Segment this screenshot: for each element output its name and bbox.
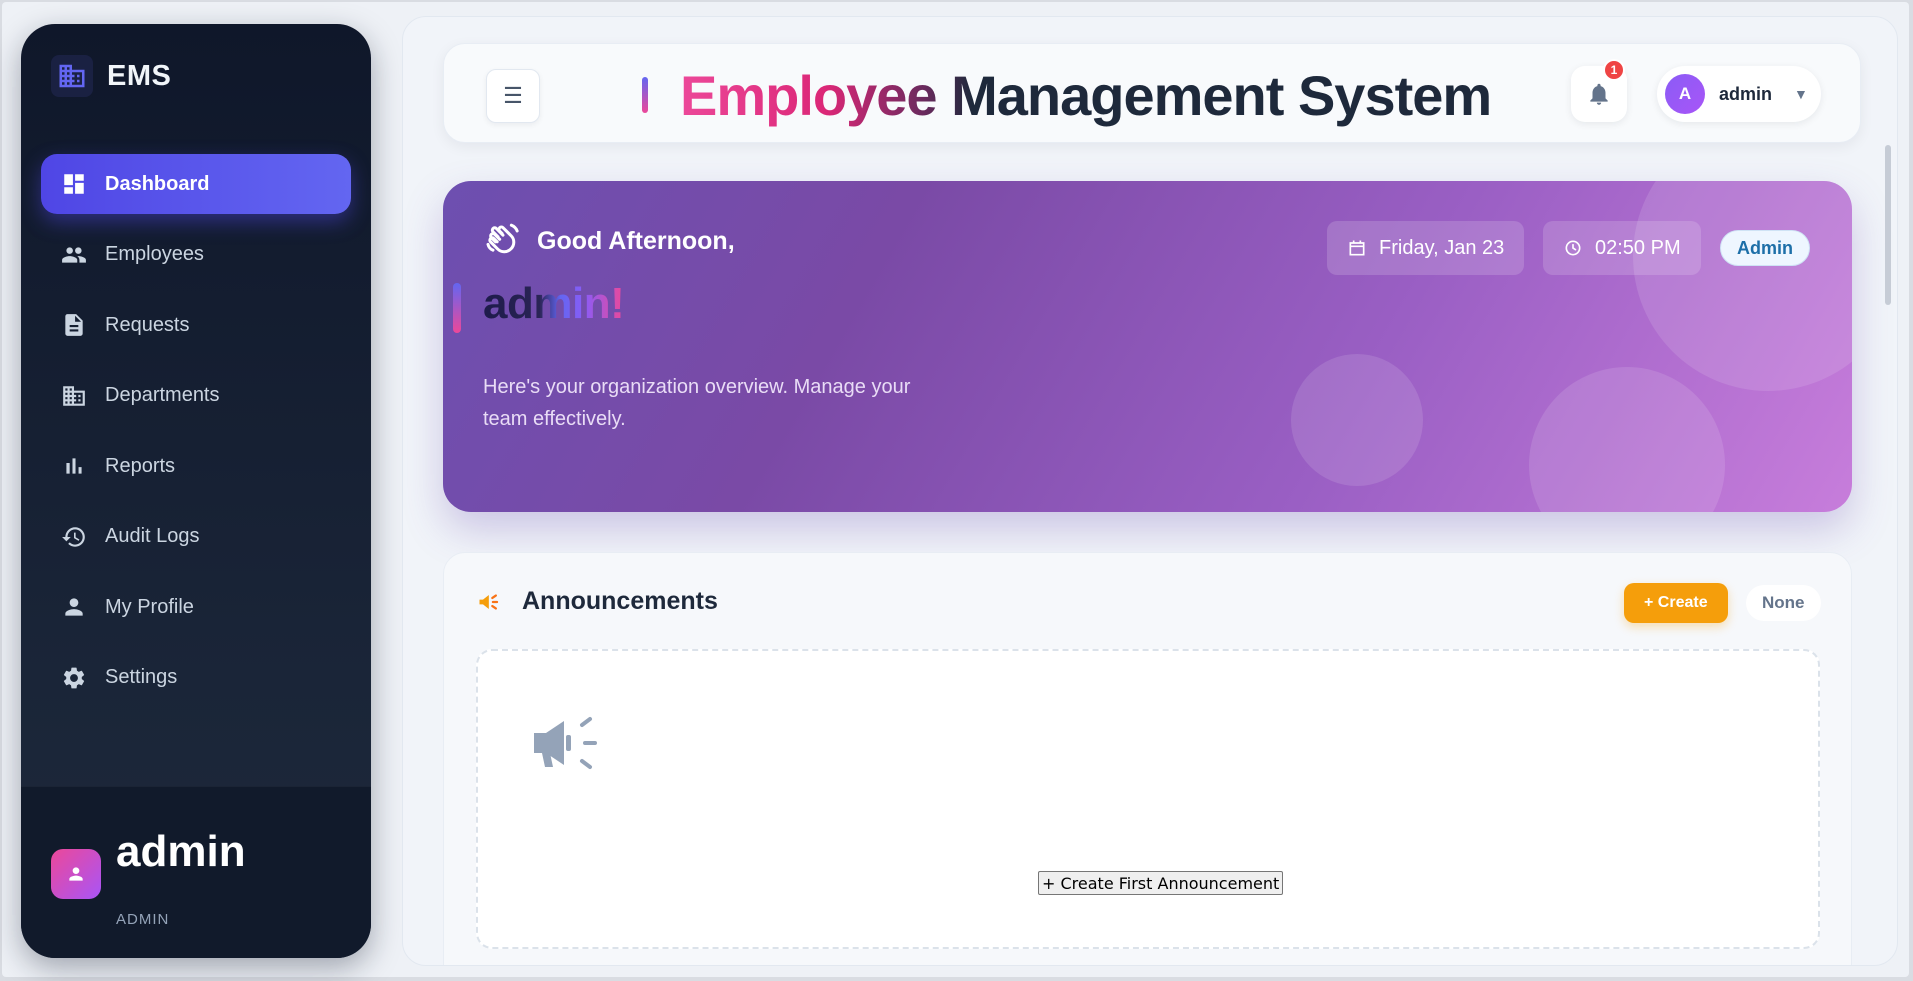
- title-accent-bar: [642, 77, 648, 113]
- bell-icon: [1590, 83, 1608, 105]
- sidebar-item-dashboard[interactable]: Dashboard: [41, 154, 351, 214]
- sidebar-item-label: Departments: [105, 384, 220, 406]
- waving-hand-icon: [486, 223, 519, 254]
- calendar-icon: [1349, 240, 1365, 256]
- sidebar-user: admin ADMIN: [21, 786, 371, 958]
- sidebar-item-employees[interactable]: Employees: [41, 225, 351, 285]
- avatar: A: [1665, 74, 1705, 114]
- sidebar-user-name: admin: [116, 827, 246, 876]
- building-icon: [63, 385, 85, 406]
- sidebar: EMS Dashboard Employees Requests Departm…: [21, 24, 371, 958]
- person-icon: [65, 598, 83, 616]
- sidebar-user-role: ADMIN: [116, 911, 170, 928]
- chevron-down-icon: ▼: [1794, 86, 1808, 102]
- sidebar-item-label: Settings: [105, 666, 178, 688]
- app-window: EMS Dashboard Employees Requests Departm…: [2, 2, 1909, 977]
- time-text: 02:50 PM: [1595, 236, 1681, 259]
- main-content: ☰ Employee Management System 1 A admin ▼: [402, 16, 1898, 966]
- dashboard-icon: [64, 174, 84, 194]
- announcements-empty-state: + Create First Announcement: [476, 649, 1820, 949]
- sidebar-item-reports[interactable]: Reports: [41, 436, 351, 496]
- page-title: Employee Management System: [680, 63, 1492, 127]
- announcements-title: Announcements: [522, 587, 718, 615]
- role-badge: Admin: [1720, 230, 1810, 266]
- page-title-wrap: Employee Management System: [642, 60, 1492, 130]
- person-icon: [69, 867, 83, 881]
- notification-badge: 1: [1603, 59, 1625, 81]
- decor-circle: [1291, 354, 1423, 486]
- history-icon: [62, 526, 85, 547]
- hamburger-icon: ☰: [503, 83, 523, 108]
- avatar[interactable]: [51, 849, 101, 899]
- megaphone-icon: [479, 593, 499, 610]
- greeting-text: Good Afternoon,: [537, 226, 735, 255]
- notifications-button[interactable]: 1: [1571, 59, 1627, 122]
- sidebar-item-requests[interactable]: Requests: [41, 295, 351, 355]
- announcements-panel: Announcements + Create None + Create Fir…: [443, 552, 1852, 965]
- sidebar-item-label: Dashboard: [105, 172, 210, 195]
- people-icon: [62, 246, 86, 263]
- sidebar-item-my-profile[interactable]: My Profile: [41, 577, 351, 637]
- create-announcement-button[interactable]: + Create: [1624, 583, 1728, 623]
- menu-toggle-button[interactable]: ☰: [486, 69, 540, 123]
- decor-circle: [1529, 367, 1725, 512]
- date-chip: Friday, Jan 23: [1327, 221, 1525, 275]
- gear-icon: [63, 667, 85, 688]
- brand-name: EMS: [107, 59, 172, 92]
- sidebar-item-label: Requests: [105, 313, 190, 336]
- scrollbar[interactable]: [1885, 145, 1891, 305]
- sidebar-item-label: Employees: [105, 243, 204, 265]
- sidebar-nav: Dashboard Employees Requests Departments…: [41, 154, 351, 718]
- clock-icon: [1565, 240, 1581, 256]
- megaphone-icon: [534, 717, 597, 769]
- decor-circle: [1633, 181, 1852, 391]
- name-accent-bar: [453, 283, 461, 333]
- sidebar-item-audit-logs[interactable]: Audit Logs: [41, 507, 351, 567]
- time-chip: 02:50 PM: [1543, 221, 1701, 275]
- bar-chart-icon: [66, 458, 82, 474]
- document-icon: [65, 314, 83, 336]
- sidebar-item-label: My Profile: [105, 595, 194, 618]
- announcements-header: Announcements: [476, 587, 718, 616]
- welcome-banner: Good Afternoon, admin! Here's your organ…: [443, 181, 1852, 512]
- welcome-user-name: admin!: [483, 279, 625, 328]
- sidebar-item-settings[interactable]: Settings: [41, 648, 351, 708]
- top-bar: ☰ Employee Management System 1 A admin ▼: [443, 43, 1861, 143]
- create-first-announcement-button[interactable]: + Create First Announcement: [1038, 871, 1284, 895]
- user-menu[interactable]: A admin ▼: [1657, 66, 1821, 122]
- sidebar-item-departments[interactable]: Departments: [41, 366, 351, 426]
- sidebar-item-label: Reports: [105, 454, 176, 477]
- greeting: Good Afternoon,: [483, 221, 735, 261]
- sidebar-item-label: Audit Logs: [105, 525, 200, 547]
- welcome-description: Here's your organization overview. Manag…: [483, 376, 911, 430]
- date-text: Friday, Jan 23: [1379, 236, 1505, 259]
- announcement-filter[interactable]: None: [1746, 585, 1821, 621]
- brand[interactable]: EMS: [51, 54, 171, 98]
- user-menu-name: admin: [1719, 83, 1773, 104]
- building-icon: [51, 55, 93, 97]
